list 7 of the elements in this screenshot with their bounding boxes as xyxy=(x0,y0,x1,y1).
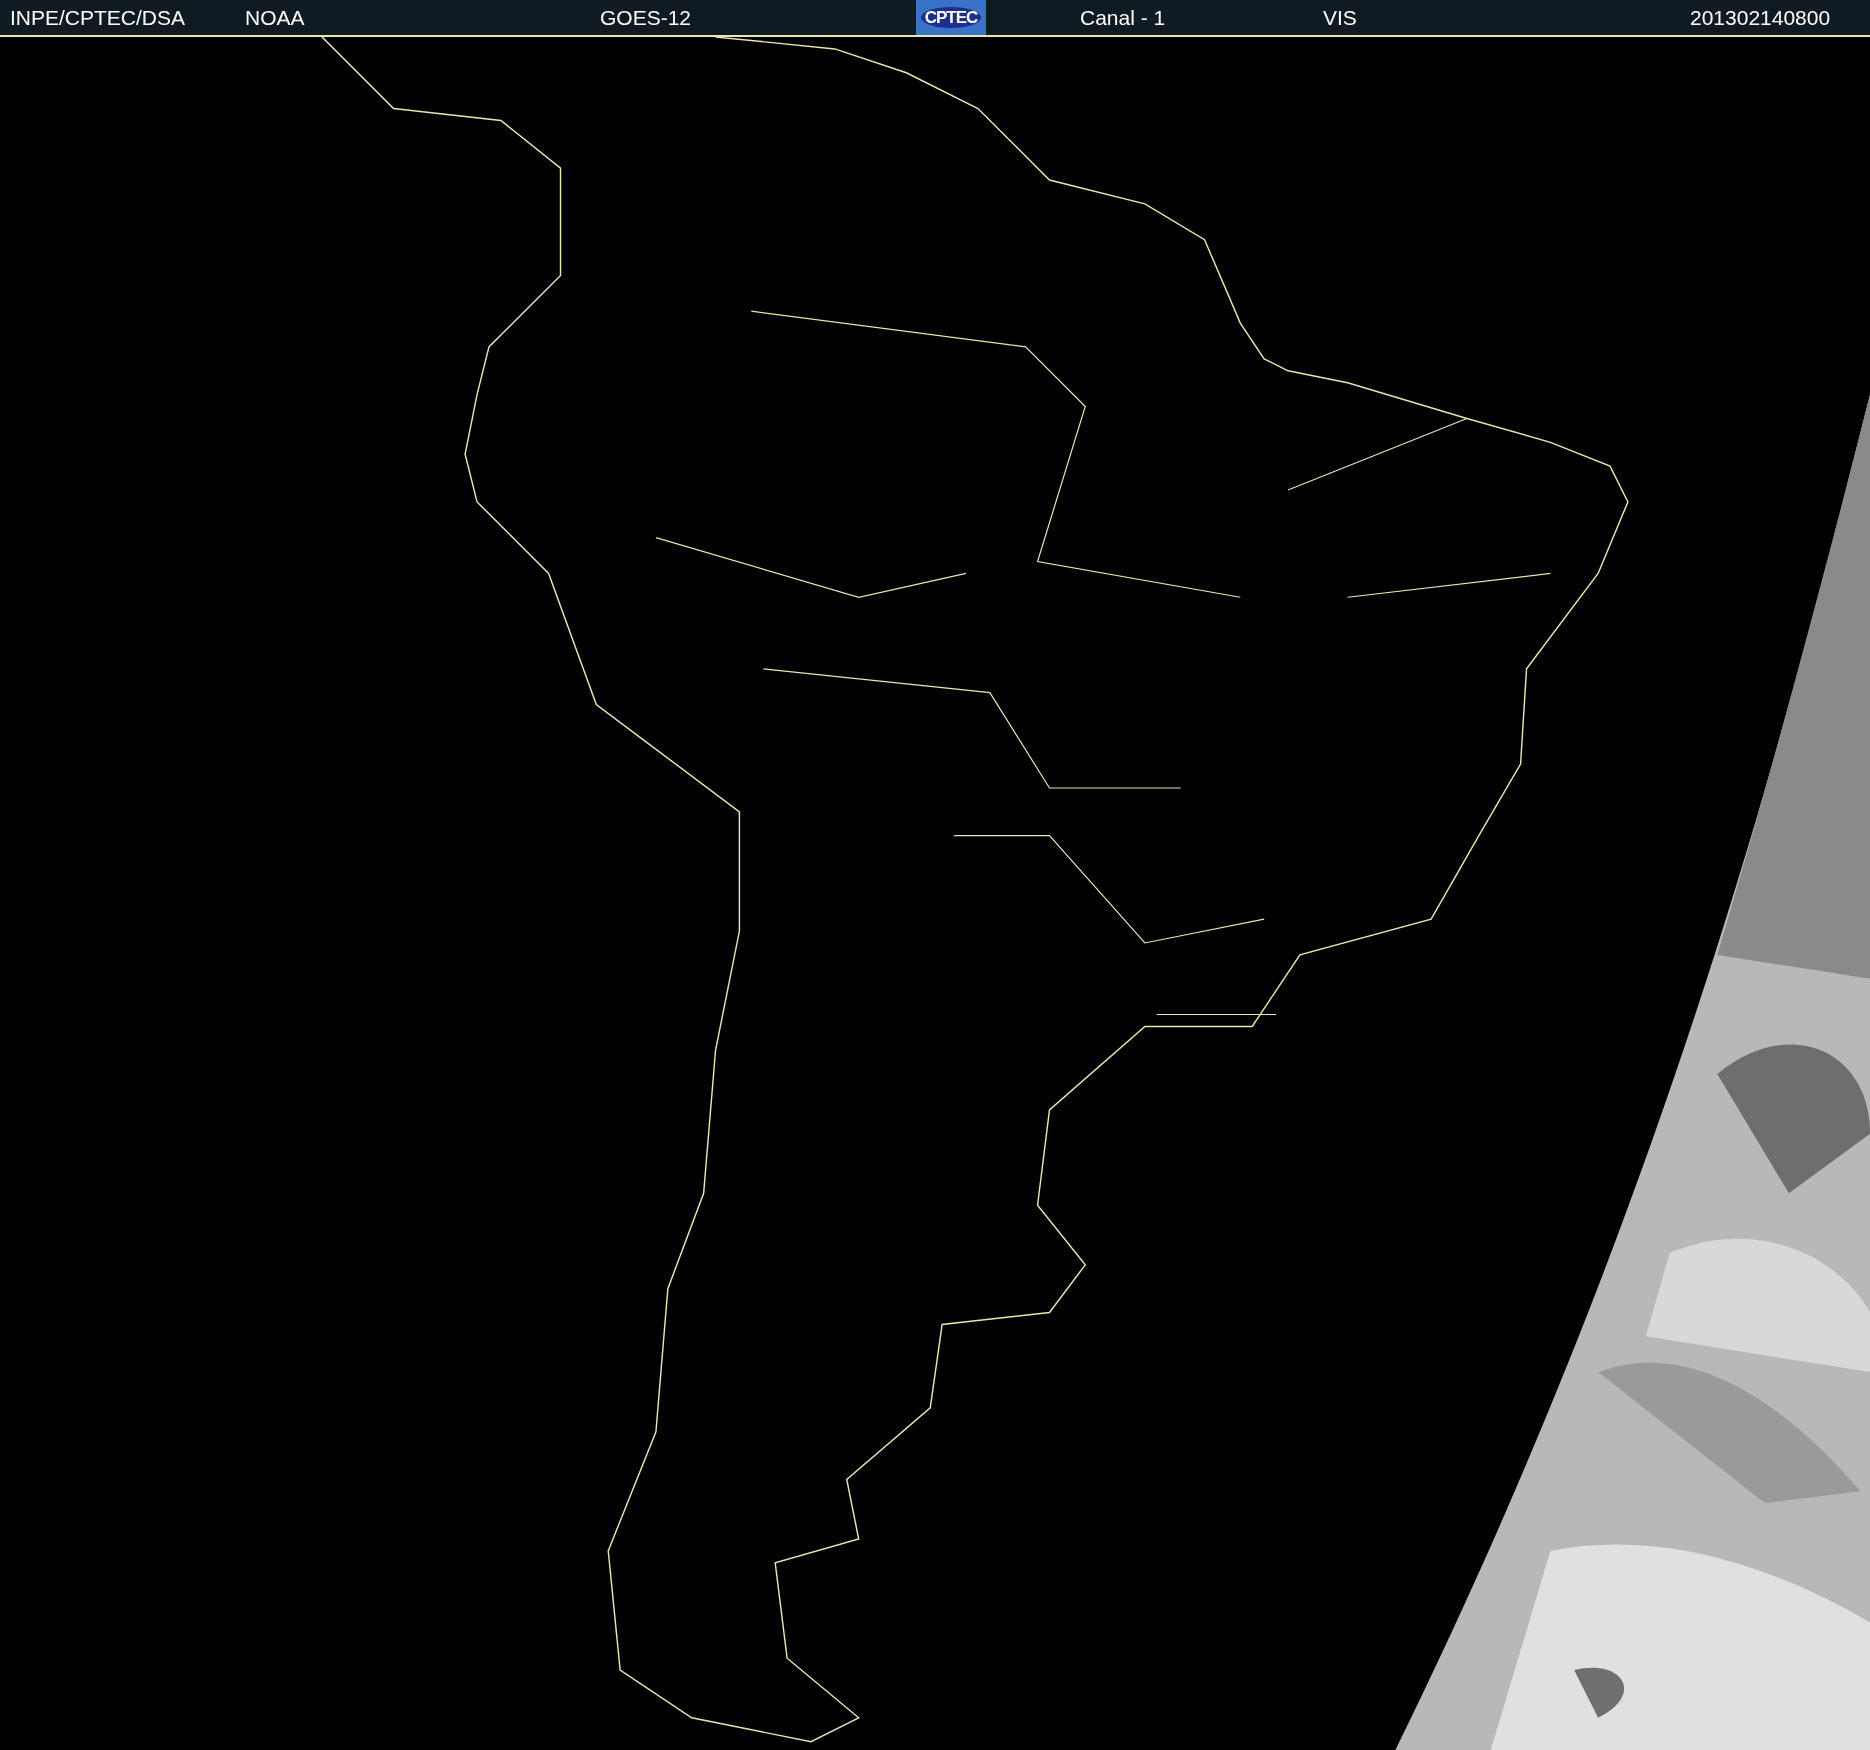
logo: CPTEC xyxy=(916,0,986,35)
header-label: NOAA xyxy=(245,5,305,30)
header-label: INPE/CPTEC/DSA xyxy=(10,5,186,30)
header-label: 201302140800 xyxy=(1690,5,1831,30)
header-label: VIS xyxy=(1323,5,1357,30)
header-label: Canal - 1 xyxy=(1080,5,1166,30)
header-label: GOES-12 xyxy=(600,5,692,30)
